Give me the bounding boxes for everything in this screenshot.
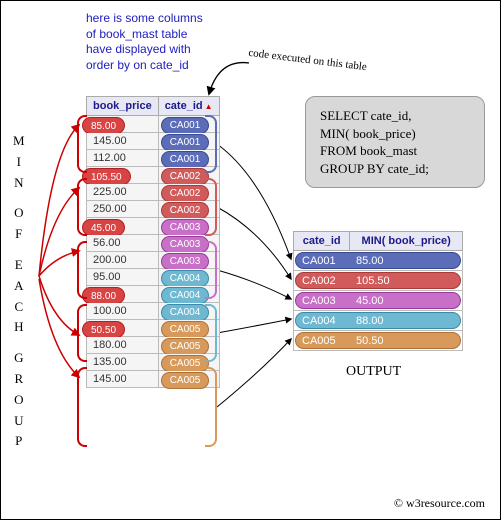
cate-pill: CA005 bbox=[161, 372, 210, 389]
group-bracket bbox=[205, 178, 217, 236]
cate-pill: CA002 bbox=[161, 168, 210, 185]
cate-pill: CA001 bbox=[161, 134, 210, 151]
caption-text: here is some columns of book_mast table … bbox=[86, 11, 203, 73]
sort-asc-icon: ▲ bbox=[205, 102, 213, 111]
cate-pill: CA003 bbox=[161, 253, 210, 270]
table-row: 45.00 CA003 bbox=[87, 218, 220, 235]
output-header-cate: cate_id bbox=[294, 232, 350, 251]
cate-pill: CA003 bbox=[161, 219, 210, 236]
table-row: 225.00CA002 bbox=[87, 184, 220, 201]
group-bracket bbox=[205, 304, 217, 362]
footer-credit: © w3resource.com bbox=[394, 496, 485, 511]
group-bracket bbox=[205, 367, 217, 447]
table-row: 145.00CA005 bbox=[87, 371, 220, 388]
cate-pill: CA003 bbox=[161, 236, 210, 253]
cate-pill: CA002 bbox=[161, 185, 210, 202]
source-table: book_price cate_id▲ 85.00 CA001 145.00CA… bbox=[86, 96, 220, 388]
min-bracket bbox=[77, 115, 87, 173]
cate-pill: CA001 bbox=[161, 151, 210, 168]
table-row: CA002105.50 bbox=[294, 271, 463, 291]
table-row: CA00185.00 bbox=[294, 251, 463, 271]
table-row: 56.00CA003 bbox=[87, 235, 220, 252]
output-table: cate_id MIN( book_price) CA00185.00CA002… bbox=[293, 231, 463, 351]
source-header-cate: cate_id▲ bbox=[158, 97, 219, 116]
cate-pill: CA005 bbox=[161, 355, 210, 372]
min-price-pill: 85.00 bbox=[82, 117, 125, 134]
min-price-pill: 50.50 bbox=[82, 321, 125, 338]
table-row: 112.00CA001 bbox=[87, 150, 220, 167]
cate-pill: CA004 bbox=[161, 287, 210, 304]
cate-pill: CA005 bbox=[161, 321, 210, 338]
table-row: CA00550.50 bbox=[294, 331, 463, 351]
output-header-min: MIN( book_price) bbox=[350, 232, 463, 251]
cate-pill: CA001 bbox=[161, 117, 210, 134]
group-bracket bbox=[205, 115, 217, 173]
table-row: 105.50 CA002 bbox=[87, 167, 220, 184]
table-row: 50.50 CA005 bbox=[87, 320, 220, 337]
table-row: CA00345.00 bbox=[294, 291, 463, 311]
min-bracket bbox=[77, 241, 87, 299]
table-row: 200.00CA003 bbox=[87, 252, 220, 269]
table-row: 145.00CA001 bbox=[87, 133, 220, 150]
sql-query-box: SELECT cate_id, MIN( book_price) FROM bo… bbox=[305, 96, 485, 188]
table-row: CA00488.00 bbox=[294, 311, 463, 331]
group-bracket bbox=[205, 241, 217, 299]
min-bracket bbox=[77, 178, 87, 236]
cate-pill: CA005 bbox=[161, 338, 210, 355]
code-executed-label: code executed on this table bbox=[248, 47, 368, 73]
min-price-pill: 45.00 bbox=[82, 219, 125, 236]
cate-pill: CA004 bbox=[161, 304, 210, 321]
table-row: 100.00CA004 bbox=[87, 303, 220, 320]
min-bracket bbox=[77, 304, 87, 362]
table-row: 85.00 CA001 bbox=[87, 116, 220, 133]
cate-pill: CA004 bbox=[161, 270, 210, 287]
source-header-price: book_price bbox=[87, 97, 159, 116]
table-row: 180.00CA005 bbox=[87, 337, 220, 354]
vertical-label: MIN OF EACH GROUP bbox=[13, 131, 25, 452]
min-bracket bbox=[77, 367, 87, 447]
table-row: 135.00CA005 bbox=[87, 354, 220, 371]
min-price-pill: 88.00 bbox=[82, 287, 125, 304]
table-row: 250.00CA002 bbox=[87, 201, 220, 218]
min-price-pill: 105.50 bbox=[82, 168, 131, 185]
table-row: 95.00CA004 bbox=[87, 269, 220, 286]
table-row: 88.00 CA004 bbox=[87, 286, 220, 303]
cate-pill: CA002 bbox=[161, 202, 210, 219]
output-label: OUTPUT bbox=[346, 364, 401, 380]
